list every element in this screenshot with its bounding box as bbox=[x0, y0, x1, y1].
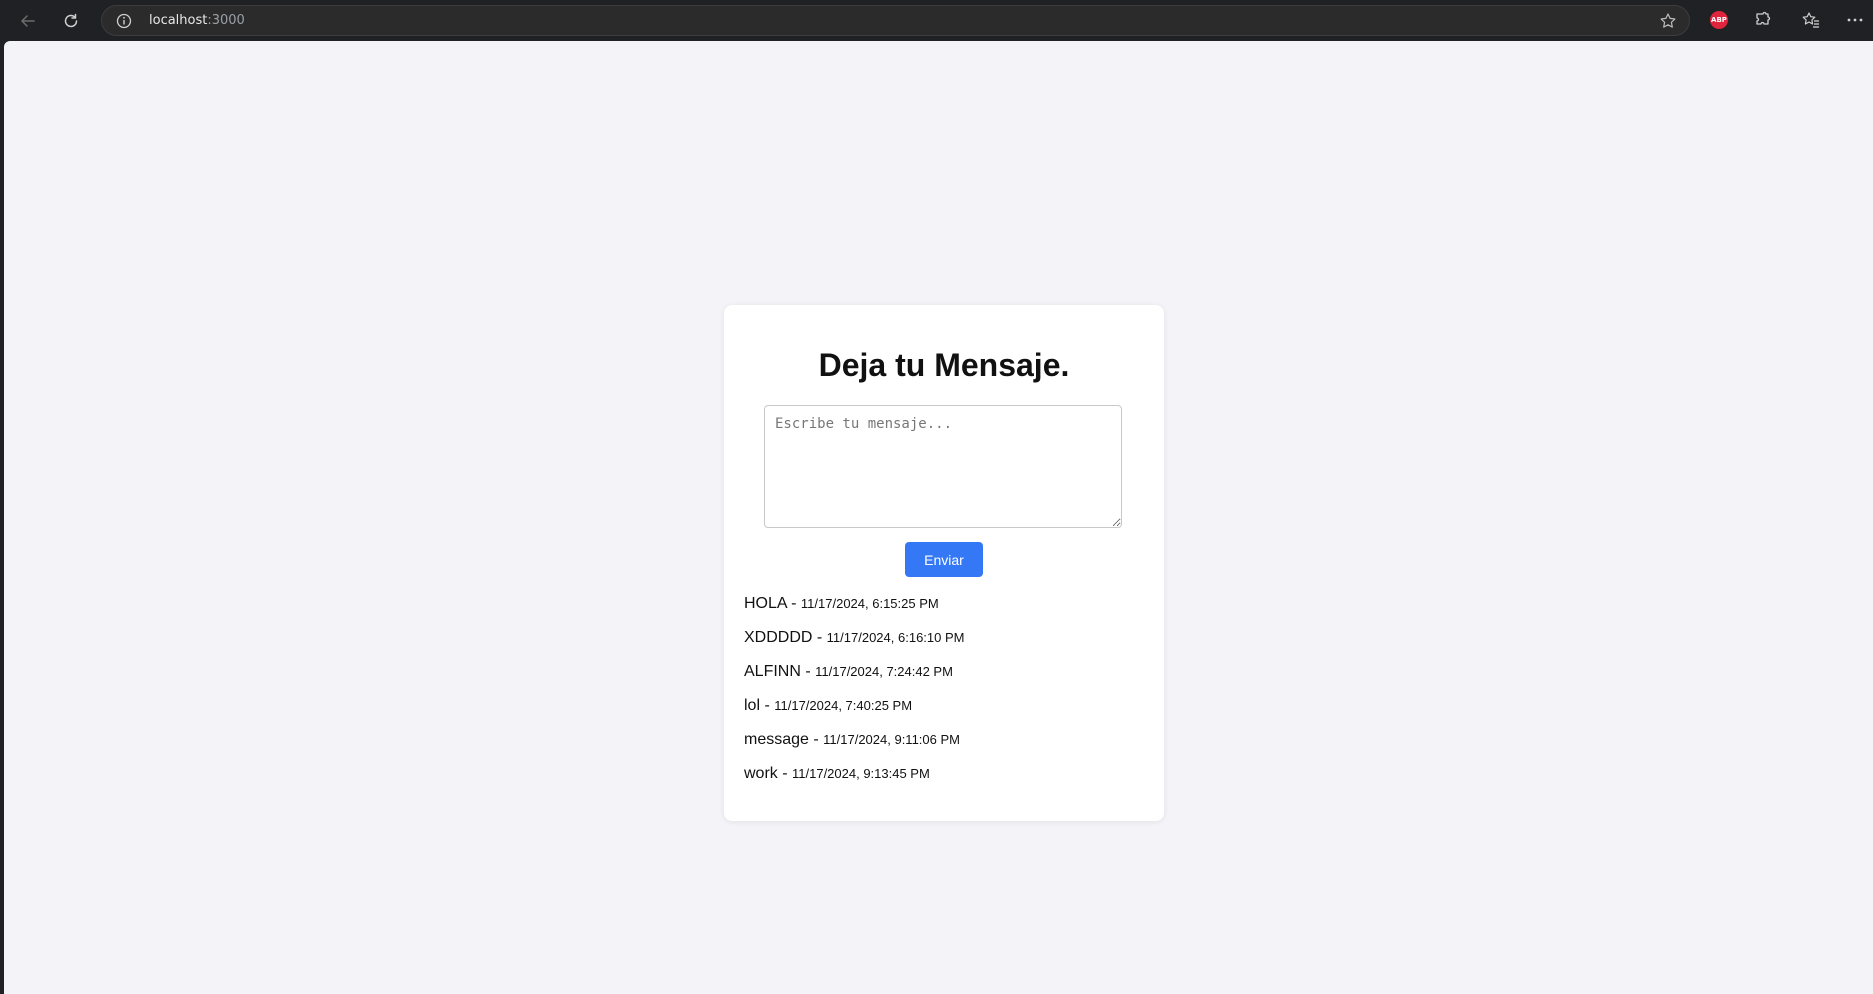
message-timestamp: 11/17/2024, 6:16:10 PM bbox=[826, 630, 965, 645]
message-text: work bbox=[744, 765, 778, 782]
reload-button[interactable] bbox=[56, 6, 86, 36]
page-title: Deja tu Mensaje. bbox=[818, 347, 1070, 383]
reload-icon bbox=[64, 13, 78, 28]
send-button[interactable]: Enviar bbox=[905, 542, 983, 577]
adblock-plus-icon[interactable]: ABP bbox=[1710, 11, 1728, 29]
message-list: HOLA - 11/17/2024, 6:15:25 PM XDDDDD - 1… bbox=[744, 594, 964, 798]
address-bar[interactable]: localhost:3000 bbox=[101, 5, 1690, 36]
url-text: localhost:3000 bbox=[149, 13, 245, 29]
separator: - bbox=[808, 731, 824, 748]
list-item: work - 11/17/2024, 9:13:45 PM bbox=[744, 764, 964, 798]
separator: - bbox=[786, 595, 801, 612]
list-item: HOLA - 11/17/2024, 6:15:25 PM bbox=[744, 594, 964, 628]
page-viewport: Deja tu Mensaje. Enviar HOLA - 11/17/202… bbox=[4, 41, 1873, 994]
message-card: Deja tu Mensaje. Enviar HOLA - 11/17/202… bbox=[724, 305, 1164, 821]
message-timestamp: 11/17/2024, 7:40:25 PM bbox=[774, 698, 913, 713]
star-icon[interactable] bbox=[1659, 12, 1677, 30]
url-port: :3000 bbox=[207, 13, 245, 28]
message-timestamp: 11/17/2024, 9:13:45 PM bbox=[792, 766, 930, 781]
message-timestamp: 11/17/2024, 9:11:06 PM bbox=[823, 732, 960, 747]
favorites-icon[interactable] bbox=[1801, 10, 1821, 30]
puzzle-icon[interactable] bbox=[1753, 10, 1773, 30]
info-icon[interactable] bbox=[116, 13, 132, 29]
list-item: XDDDDD - 11/17/2024, 6:16:10 PM bbox=[744, 628, 964, 662]
message-text: ALFINN bbox=[744, 663, 801, 680]
abp-label: ABP bbox=[1711, 16, 1727, 24]
separator: - bbox=[812, 629, 827, 646]
list-item: lol - 11/17/2024, 7:40:25 PM bbox=[744, 696, 964, 730]
message-input[interactable] bbox=[764, 405, 1122, 528]
list-item: message - 11/17/2024, 9:11:06 PM bbox=[744, 730, 964, 764]
separator: - bbox=[777, 765, 792, 782]
url-host: localhost bbox=[149, 13, 208, 28]
message-timestamp: 11/17/2024, 6:15:25 PM bbox=[800, 596, 939, 611]
separator: - bbox=[800, 663, 816, 680]
message-timestamp: 11/17/2024, 7:24:42 PM bbox=[815, 664, 953, 679]
more-icon[interactable] bbox=[1845, 10, 1865, 30]
message-text: lol bbox=[744, 697, 761, 714]
list-item: ALFINN - 11/17/2024, 7:24:42 PM bbox=[744, 662, 964, 696]
separator: - bbox=[760, 697, 775, 714]
message-text: XDDDDD bbox=[744, 629, 813, 646]
message-text: message bbox=[744, 731, 809, 748]
back-button[interactable] bbox=[13, 6, 43, 36]
arrow-left-icon bbox=[21, 15, 35, 27]
message-text: HOLA bbox=[744, 595, 787, 612]
browser-toolbar: localhost:3000 ABP bbox=[0, 0, 1873, 41]
